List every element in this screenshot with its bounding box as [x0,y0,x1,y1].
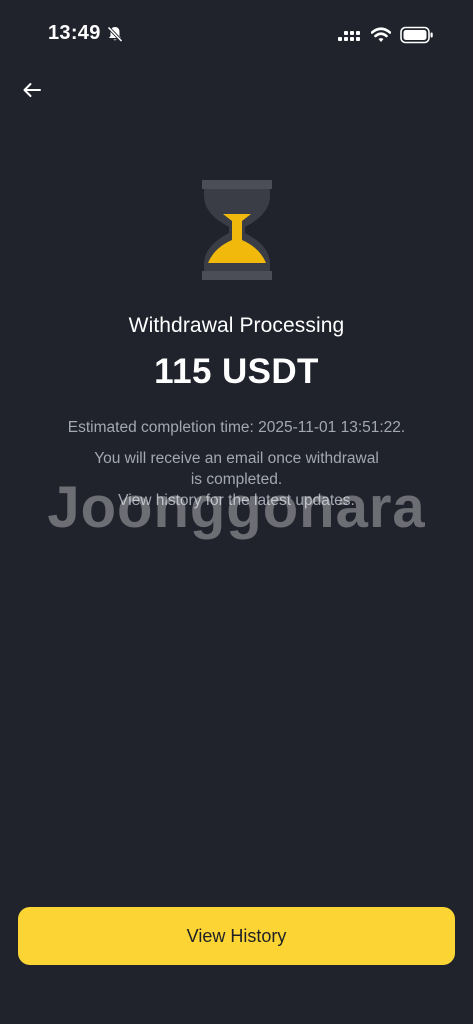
battery-icon [400,26,433,44]
wifi-icon [371,27,391,42]
page-title: Withdrawal Processing [128,314,345,337]
arrow-left-icon [23,83,41,97]
info-line: You will receive an email once withdrawa… [94,450,379,467]
info-line: is completed. [190,471,283,488]
info-message: You will receive an email once withdrawa… [0,448,473,511]
back-button[interactable] [14,74,50,106]
withdrawal-amount: 115 USDT [154,352,319,391]
status-time: 13:49 [48,22,101,44]
hourglass-icon [202,180,272,280]
bell-off-icon [107,26,123,43]
info-line: View history for the latest updates. [118,492,355,509]
estimated-completion-time: Estimated completion time: 2025-11-01 13… [67,419,406,436]
status-bar: 13:49 [0,0,473,72]
signal-icon [338,31,360,41]
view-history-button[interactable]: View History [18,907,455,965]
